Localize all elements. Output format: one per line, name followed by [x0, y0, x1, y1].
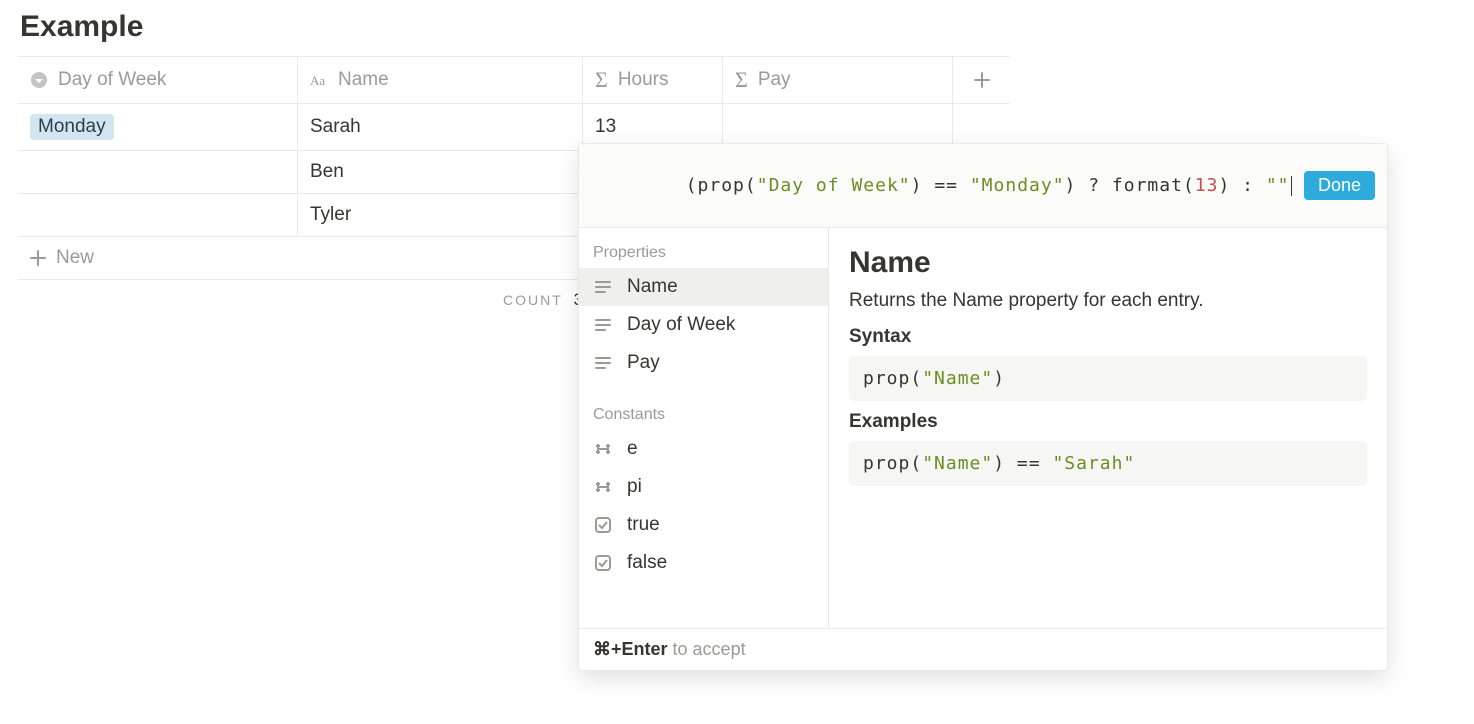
title-icon: Aa — [310, 73, 328, 87]
tok: == — [922, 175, 969, 196]
tok: ) — [1065, 175, 1077, 196]
tok: ( — [910, 368, 922, 389]
formula-icon: Σ — [735, 67, 748, 93]
section-label-constants: Constants — [579, 400, 828, 430]
tok: "" — [1266, 175, 1290, 196]
cell-name[interactable]: Tyler — [298, 194, 583, 236]
text-caret — [1291, 176, 1292, 196]
tok: ( — [745, 175, 757, 196]
sidebar-item-label: Pay — [627, 352, 660, 374]
detail-syntax-code: prop("Name") — [849, 356, 1367, 401]
column-header-label: Day of Week — [58, 69, 166, 91]
sidebar-item-label: Name — [627, 276, 678, 298]
cell-name[interactable]: Ben — [298, 151, 583, 193]
checkbox-icon — [593, 517, 613, 533]
new-row-label: New — [56, 247, 94, 269]
tok: "Day of Week" — [757, 175, 911, 196]
cell-name[interactable]: Sarah — [298, 104, 583, 150]
cell-day[interactable]: Monday — [18, 104, 298, 150]
sidebar-item-label: Day of Week — [627, 314, 735, 336]
tok: ) — [993, 368, 1005, 389]
count-summary[interactable]: COUNT 3 — [18, 280, 583, 320]
text-icon — [593, 356, 613, 370]
column-header-label: Hours — [618, 69, 669, 91]
table-header-row: Day of Week Aa Name Σ Hours Σ Pay — [18, 57, 1010, 104]
tok: ( — [686, 175, 698, 196]
tok: ) — [911, 175, 923, 196]
column-header-hours[interactable]: Σ Hours — [583, 57, 723, 103]
tok: ) — [993, 453, 1005, 474]
formula-sidebar: Properties Name Day of Week — [579, 228, 829, 628]
formula-footer: ⌘+Enter to accept — [579, 628, 1387, 670]
checkbox-icon — [593, 555, 613, 571]
column-header-label: Pay — [758, 69, 791, 91]
count-label: COUNT — [503, 292, 563, 308]
column-header-day[interactable]: Day of Week — [18, 57, 298, 103]
number-icon — [593, 479, 613, 495]
plus-icon — [30, 250, 46, 266]
column-header-pay[interactable]: Σ Pay — [723, 57, 953, 103]
tok: ? — [1076, 175, 1112, 196]
formula-editor: (prop("Day of Week") == "Monday") ? form… — [578, 143, 1388, 671]
sidebar-item-name[interactable]: Name — [579, 268, 828, 306]
detail-examples-heading: Examples — [849, 411, 1367, 433]
add-column-button[interactable] — [953, 57, 1010, 103]
sidebar-item-day-of-week[interactable]: Day of Week — [579, 306, 828, 344]
tag-day: Monday — [30, 114, 114, 140]
column-header-name[interactable]: Aa Name — [298, 57, 583, 103]
sidebar-item-pay[interactable]: Pay — [579, 344, 828, 382]
detail-syntax-heading: Syntax — [849, 326, 1367, 348]
tok: 13 — [1195, 175, 1219, 196]
formula-detail-panel: Name Returns the Name property for each … — [829, 228, 1387, 628]
svg-text:Aa: Aa — [310, 73, 325, 87]
footer-text: to accept — [668, 639, 746, 659]
cell-day[interactable] — [18, 194, 298, 236]
column-header-label: Name — [338, 69, 389, 91]
tok: format — [1112, 175, 1183, 196]
sidebar-item-label: true — [627, 514, 660, 536]
page-title: Example — [20, 10, 1456, 44]
detail-title: Name — [849, 246, 1367, 280]
tok: prop — [698, 175, 745, 196]
plus-icon — [974, 72, 990, 88]
tok: ( — [1183, 175, 1195, 196]
footer-shortcut: ⌘+Enter — [593, 639, 668, 659]
sidebar-item-e[interactable]: e — [579, 430, 828, 468]
text-icon — [593, 280, 613, 294]
formula-icon: Σ — [595, 67, 608, 93]
tok: : — [1230, 175, 1266, 196]
tok: prop — [863, 453, 910, 474]
done-button[interactable]: Done — [1304, 171, 1375, 200]
section-label-properties: Properties — [579, 238, 828, 268]
sidebar-item-true[interactable]: true — [579, 506, 828, 544]
formula-bar: (prop("Day of Week") == "Monday") ? form… — [579, 144, 1387, 228]
detail-example-code: prop("Name") == "Sarah" — [849, 441, 1367, 486]
formula-input[interactable]: (prop("Day of Week") == "Monday") ? form… — [591, 154, 1292, 217]
tok: "Name" — [922, 453, 993, 474]
detail-description: Returns the Name property for each entry… — [849, 290, 1367, 312]
tok: ( — [910, 453, 922, 474]
sidebar-item-false[interactable]: false — [579, 544, 828, 582]
select-icon — [30, 71, 48, 89]
sidebar-item-label: e — [627, 438, 638, 460]
sidebar-item-label: pi — [627, 476, 642, 498]
sidebar-item-label: false — [627, 552, 667, 574]
tok: ) — [1218, 175, 1230, 196]
tok: prop — [863, 368, 910, 389]
tok: "Name" — [922, 368, 993, 389]
sidebar-item-pi[interactable]: pi — [579, 468, 828, 506]
tok: "Monday" — [970, 175, 1065, 196]
tok: == — [1005, 453, 1052, 474]
text-icon — [593, 318, 613, 332]
tok: "Sarah" — [1052, 453, 1135, 474]
number-icon — [593, 441, 613, 457]
cell-day[interactable] — [18, 151, 298, 193]
